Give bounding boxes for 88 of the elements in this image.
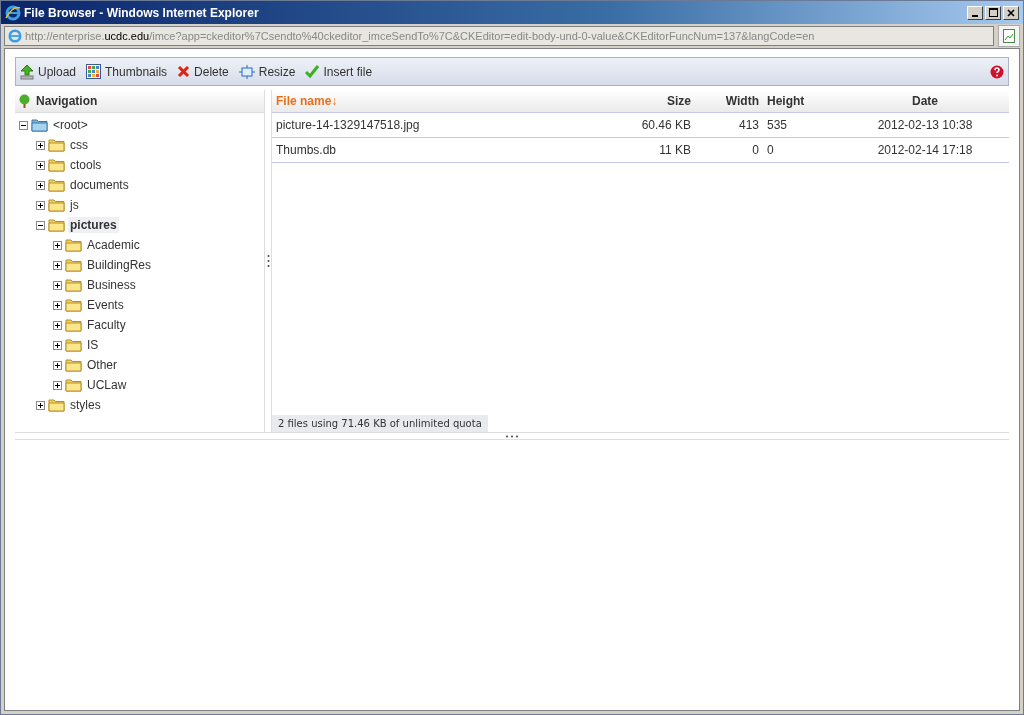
folder-icon [48,178,65,192]
collapse-icon[interactable] [36,220,45,230]
folder-icon [65,318,82,332]
folder-label[interactable]: ctools [68,157,104,173]
grid-icon [86,64,102,79]
status-text: 2 files using 71.46 KB of unlimited quota [272,415,488,432]
table-cell: 2012-02-14 17:18 [841,137,1009,163]
table-cell: 2012-02-13 10:38 [841,112,1009,138]
folder-label[interactable]: Business [85,277,138,293]
upload-button[interactable]: Upload [20,63,77,80]
expand-icon[interactable] [53,240,62,250]
table-cell: picture-14-1329147518.jpg [272,112,579,138]
navigation-title: Navigation [36,94,98,108]
maximize-button[interactable] [985,5,1001,20]
folder-icon [65,378,82,392]
column-header[interactable]: Size [578,90,695,113]
folder-icon [65,298,82,312]
folder-icon [65,238,82,252]
delete-icon [177,65,191,78]
browser-logo-icon [5,4,21,21]
maximize-icon [988,8,998,17]
table-cell: 0 [763,137,841,163]
folder-label[interactable]: pictures [68,217,119,233]
folder-label[interactable]: IS [85,337,101,353]
collapse-icon[interactable] [19,120,28,130]
splitter-handle-icon[interactable] [505,434,519,438]
folder-icon [31,118,48,132]
table-cell: 413 [695,112,763,138]
insert-button[interactable]: Insert file [305,64,373,79]
checkmark-icon [305,65,320,78]
expand-icon[interactable] [36,160,45,170]
expand-icon[interactable] [53,280,62,290]
expand-icon[interactable] [36,400,45,410]
resize-icon [238,64,255,79]
column-header[interactable]: Width [695,90,763,113]
folder-icon [48,158,65,172]
resize-button[interactable]: Resize [238,64,296,79]
delete-button[interactable]: Delete [177,64,229,79]
close-icon [1007,8,1015,17]
folder-icon [65,338,82,352]
expand-icon[interactable] [53,320,62,330]
folder-label[interactable]: Events [85,297,126,313]
image-icon [1003,29,1015,43]
expand-icon[interactable] [53,380,62,390]
folder-label[interactable]: <root> [51,117,90,133]
folder-label[interactable]: Academic [85,237,142,253]
expand-icon[interactable] [36,200,45,210]
folder-icon [48,218,65,232]
folder-icon [48,398,65,412]
table-cell: 60.46 KB [578,112,695,138]
url-text: http://enterprise.ucdc.edu/imce?app=ckeditor%7Csendto%40ckeditor_imceSendTo%7C&CKEditor=edit-body-und-0-value&CKEditorFuncNum=137&langCode=en [25,30,815,42]
table-cell: Thumbs.db [272,137,579,163]
folder-label[interactable]: Faculty [85,317,128,333]
minimize-icon [972,14,978,17]
browser-logo-icon [8,29,22,43]
folder-icon [65,358,82,372]
expand-icon[interactable] [36,140,45,150]
page-button[interactable] [998,25,1020,47]
folder-label[interactable]: styles [68,397,103,413]
minimize-button[interactable] [967,5,983,20]
expand-icon[interactable] [36,180,45,190]
folder-icon [48,138,65,152]
table-cell: 535 [763,112,841,138]
folder-label[interactable]: css [68,137,90,153]
folder-icon [65,258,82,272]
folder-label[interactable]: documents [68,177,131,193]
folder-icon [48,198,65,212]
help-icon[interactable] [990,64,1004,79]
tree-icon [18,94,31,108]
folder-label[interactable]: Other [85,357,119,373]
splitter-handle-icon[interactable] [266,254,270,268]
column-header[interactable]: Date [841,90,1009,113]
thumbnails-button[interactable]: Thumbnails [86,64,168,79]
close-button[interactable] [1003,5,1019,20]
expand-icon[interactable] [53,300,62,310]
table-cell: 0 [695,137,763,163]
expand-icon[interactable] [53,340,62,350]
folder-label[interactable]: js [68,197,81,213]
upload-icon [20,63,34,80]
folder-icon [65,278,82,292]
column-header[interactable]: Height [763,90,841,113]
expand-icon[interactable] [53,260,62,270]
folder-label[interactable]: BuildingRes [85,257,154,273]
table-cell: 11 KB [578,137,695,163]
address-bar[interactable]: http://enterprise.ucdc.edu/imce?app=ckeditor%7Csendto%40ckeditor_imceSendTo%7C&CKEditor=edit-body-und-0-value&CKEditorFuncNum=137&langCode=en [4,26,994,46]
folder-label[interactable]: UCLaw [85,377,129,393]
window-title: File Browser - Windows Internet Explorer [24,5,260,20]
expand-icon[interactable] [53,360,62,370]
